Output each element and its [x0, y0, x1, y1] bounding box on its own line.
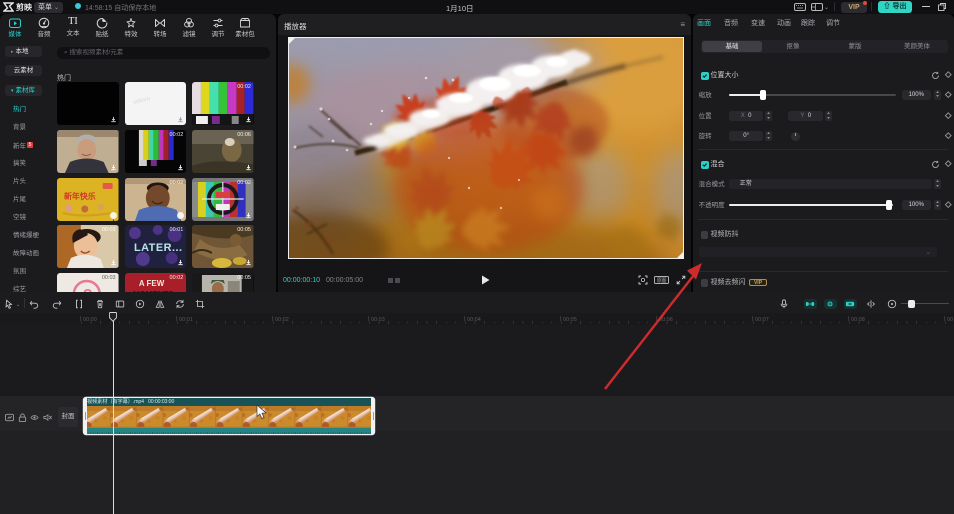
svg-text:LATER...: LATER...	[134, 242, 183, 254]
svg-text:A FEW: A FEW	[139, 279, 165, 288]
svg-text:新年快乐: 新年快乐	[64, 190, 96, 200]
